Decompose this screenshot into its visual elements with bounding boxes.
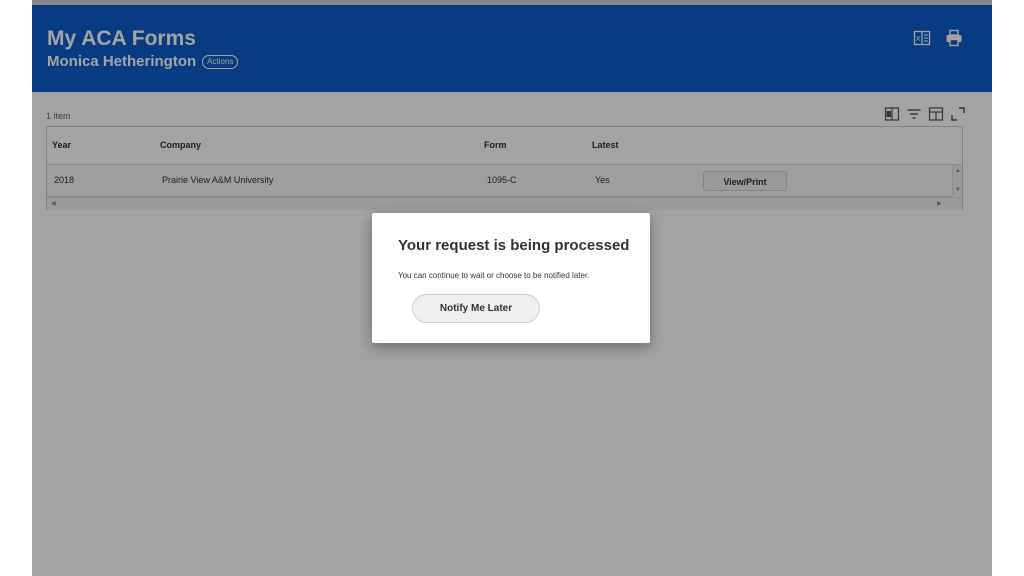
notify-me-later-button[interactable]: Notify Me Later: [412, 294, 540, 323]
dialog-message: You can continue to wait or choose to be…: [398, 271, 590, 280]
processing-dialog: Your request is being processed You can …: [372, 213, 650, 343]
dialog-title: Your request is being processed: [398, 237, 630, 254]
